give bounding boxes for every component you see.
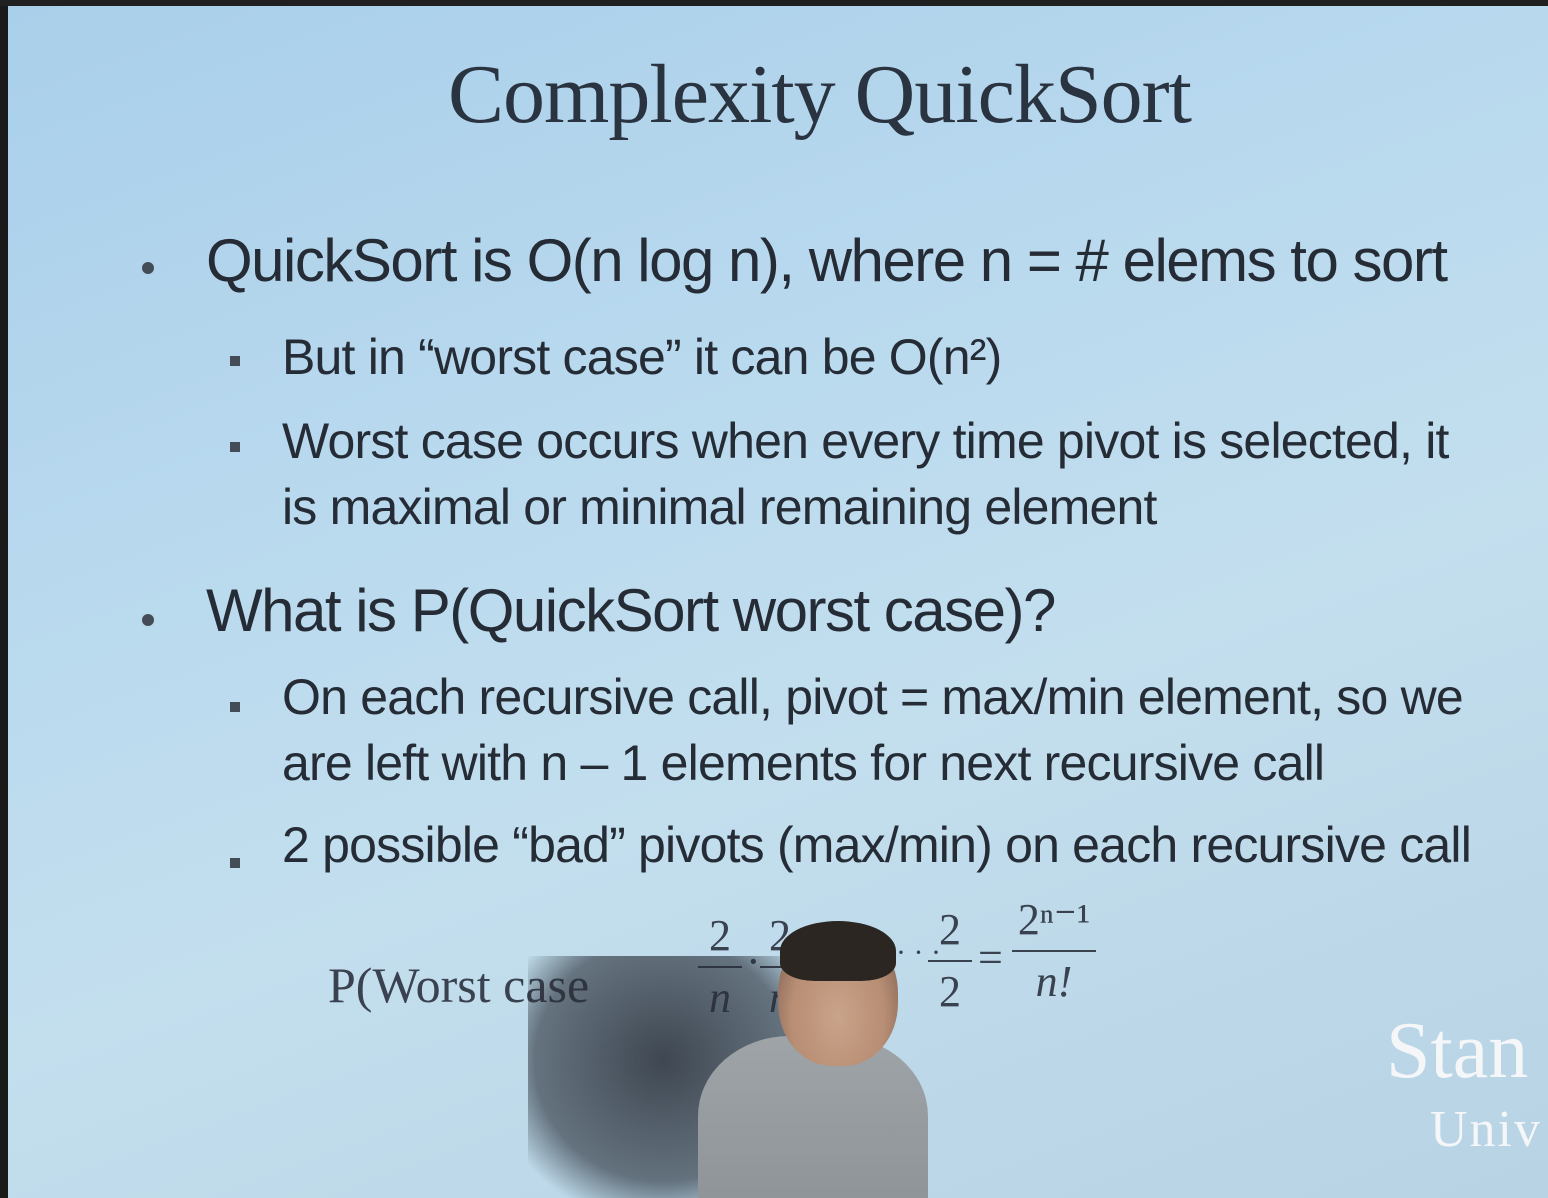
sub-bullet-square xyxy=(230,858,240,868)
fraction-bar xyxy=(1012,950,1096,952)
fraction-3: 2 2 xyxy=(928,906,972,1016)
sub-bullet-2-1-line1: On each recursive call, pivot = max/min … xyxy=(282,669,1464,725)
bullet-dot xyxy=(142,262,154,274)
sub-bullet-square xyxy=(230,442,240,452)
equals-sign: = xyxy=(978,933,1003,982)
result-denominator: n! xyxy=(1035,957,1073,1006)
sub-bullet-square xyxy=(230,702,240,712)
sub-bullet-1-2-line1: Worst case occurs when every time pivot … xyxy=(282,413,1449,469)
sub-bullet-2-2: 2 possible “bad” pivots (max/min) on eac… xyxy=(282,817,1472,873)
sub-bullet-1-2-line2: is maximal or minimal remaining element xyxy=(282,479,1157,535)
fraction-3-numerator: 2 xyxy=(939,905,961,954)
slide-title: Complexity QuickSort xyxy=(448,48,1192,141)
fraction-bar xyxy=(928,960,972,962)
sub-bullet-1-1: But in “worst case” it can be O(n²) xyxy=(282,329,1002,385)
sub-bullet-2-1-line2: are left with n – 1 elements for next re… xyxy=(282,735,1325,791)
university-logo-line2: Univ xyxy=(1430,1101,1542,1158)
university-logo-line1: Stan xyxy=(1386,1007,1529,1095)
speaker-hair xyxy=(780,921,896,981)
bullet-2-text: What is P(QuickSort worst case)? xyxy=(206,577,1056,644)
fraction-3-denominator: 2 xyxy=(939,967,961,1016)
sub-bullet-square xyxy=(230,356,240,366)
result-numerator: 2ⁿ⁻¹ xyxy=(1017,895,1091,944)
bullet-1-text: QuickSort is O(n log n), where n = # ele… xyxy=(206,227,1448,294)
projected-slide: Complexity QuickSort QuickSort is O(n lo… xyxy=(8,6,1548,1198)
result-fraction: 2ⁿ⁻¹ n! xyxy=(1012,896,1096,1006)
fraction-1-numerator: 2 xyxy=(709,911,731,960)
bullet-dot xyxy=(142,614,154,626)
